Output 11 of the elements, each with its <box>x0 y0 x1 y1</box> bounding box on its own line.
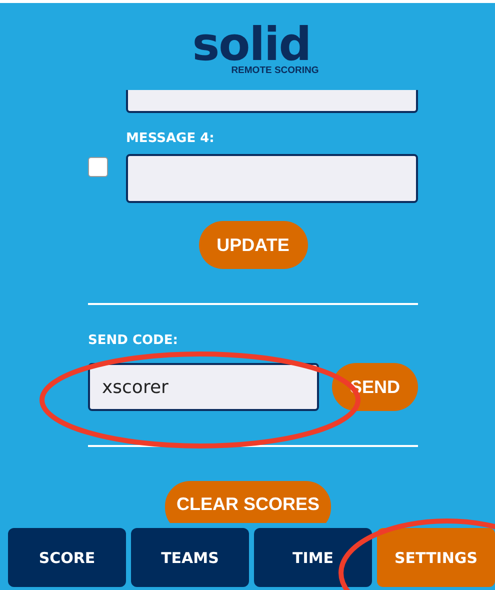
logo-tagline: REMOTE SCORING <box>230 65 319 76</box>
message-field[interactable] <box>126 154 418 203</box>
nav-tab[interactable]: SCORE <box>8 528 126 587</box>
code-field[interactable]: xscorer <box>88 363 319 411</box>
nav-tab[interactable]: TEAMS <box>131 528 249 587</box>
checkbox[interactable] <box>88 157 108 177</box>
message-label: MESSAGE 4: <box>126 131 214 146</box>
logo: solid <box>191 25 311 63</box>
send-code-label: SEND CODE: <box>88 333 178 348</box>
nav-tab[interactable]: TIME <box>254 528 372 587</box>
message-field[interactable] <box>126 90 418 113</box>
